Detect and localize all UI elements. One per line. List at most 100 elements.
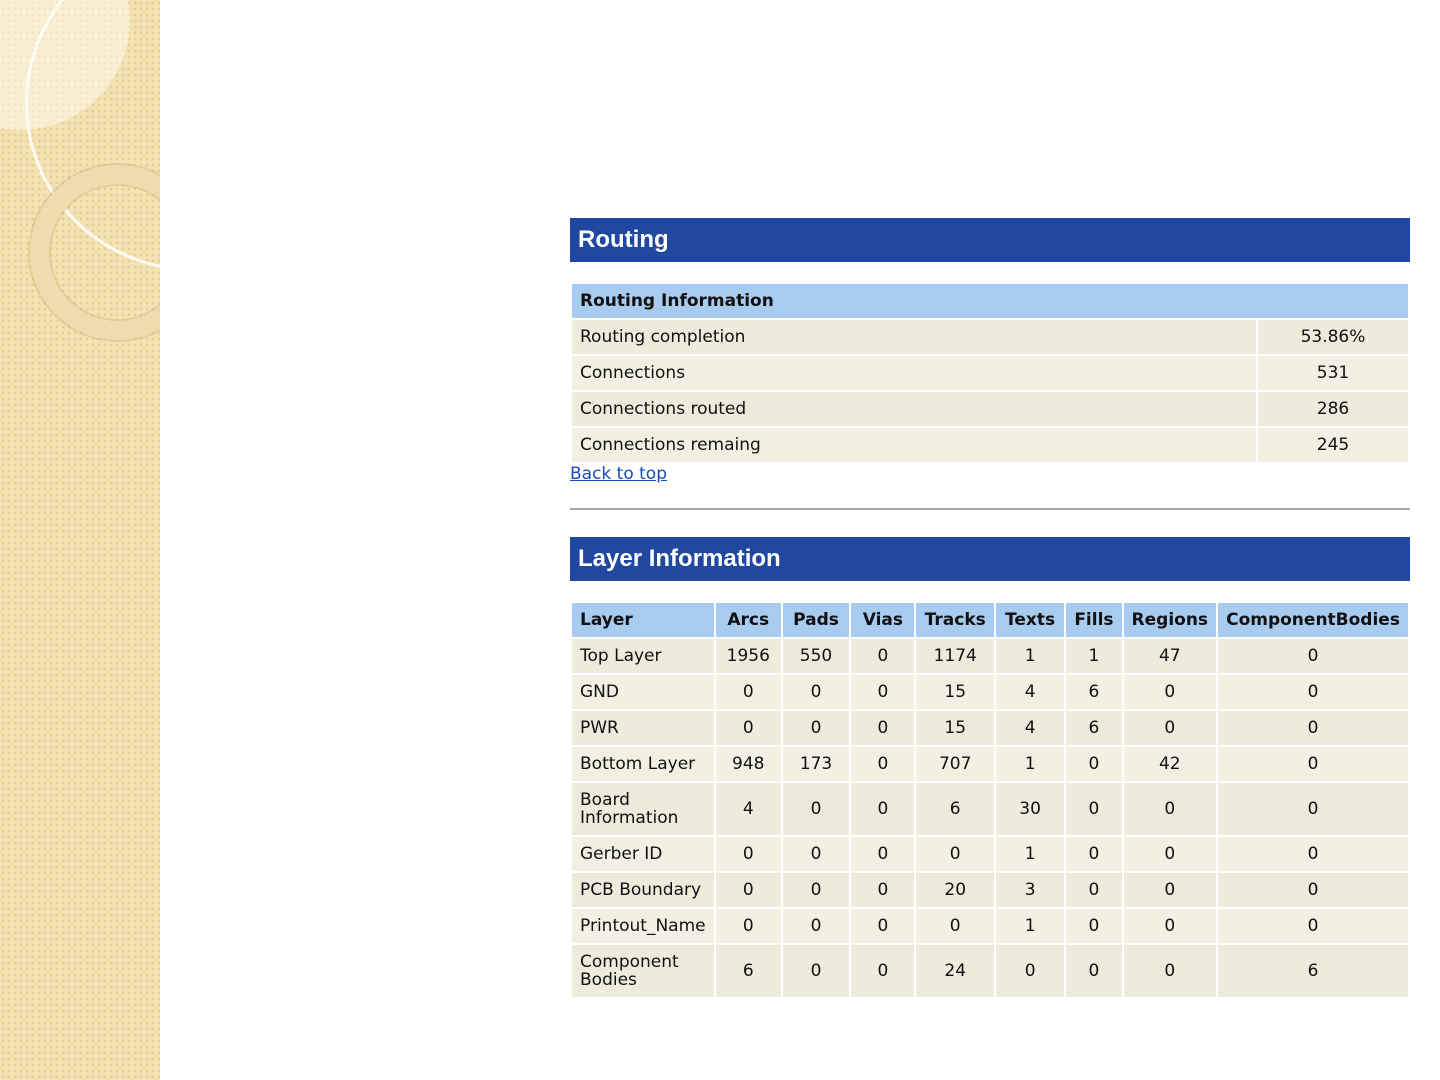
layer-name-cell: Printout_Name <box>572 909 714 943</box>
report-content: Routing Routing Information Routing comp… <box>570 218 1410 999</box>
column-header: Vias <box>851 603 915 637</box>
count-cell: 0 <box>851 873 915 907</box>
count-cell: 0 <box>715 837 781 871</box>
count-cell: 0 <box>1123 711 1217 745</box>
count-cell: 173 <box>782 747 850 781</box>
routing-info-table: Routing Information Routing completion 5… <box>570 282 1410 464</box>
routing-table-title: Routing Information <box>572 284 1408 318</box>
layer-name-cell: GND <box>572 675 714 709</box>
table-row: Component Bodies 6 0 0 24 0 0 0 6 <box>572 945 1408 997</box>
count-cell: 15 <box>916 675 994 709</box>
layer-name-cell: Component Bodies <box>572 945 714 997</box>
count-cell: 0 <box>1123 873 1217 907</box>
column-header: Layer <box>572 603 714 637</box>
layer-information-section: Layer Information Layer Arcs Pads Vias Track… <box>570 537 1410 999</box>
count-cell: 0 <box>1066 747 1122 781</box>
layer-name-cell: Gerber ID <box>572 837 714 871</box>
count-cell: 0 <box>1218 783 1408 835</box>
count-cell: 0 <box>782 945 850 997</box>
count-cell: 0 <box>715 909 781 943</box>
table-row: Connections 531 <box>572 356 1408 390</box>
count-cell: 0 <box>1218 639 1408 673</box>
count-cell: 0 <box>1218 873 1408 907</box>
count-cell: 6 <box>1066 675 1122 709</box>
layer-name-cell: PCB Boundary <box>572 873 714 907</box>
count-cell: 0 <box>1218 909 1408 943</box>
layer-information-heading: Layer Information <box>570 537 1410 581</box>
count-cell: 550 <box>782 639 850 673</box>
count-cell: 0 <box>1218 747 1408 781</box>
count-cell: 0 <box>851 675 915 709</box>
count-cell: 15 <box>916 711 994 745</box>
row-value: 286 <box>1258 392 1408 426</box>
count-cell: 6 <box>715 945 781 997</box>
count-cell: 0 <box>1066 837 1122 871</box>
layer-name-cell: Bottom Layer <box>572 747 714 781</box>
layer-table-body: Top Layer 1956 550 0 1174 1 1 47 0 GND 0 0 0 15 4 6 0 0 PW… <box>572 639 1408 997</box>
count-cell: 0 <box>715 675 781 709</box>
column-header: Regions <box>1123 603 1217 637</box>
count-cell: 948 <box>715 747 781 781</box>
count-cell: 0 <box>1218 675 1408 709</box>
row-value: 53.86% <box>1258 320 1408 354</box>
table-row: Connections routed 286 <box>572 392 1408 426</box>
table-row: Top Layer 1956 550 0 1174 1 1 47 0 <box>572 639 1408 673</box>
count-cell: 0 <box>782 909 850 943</box>
table-row: Bottom Layer 948 173 0 707 1 0 42 0 <box>572 747 1408 781</box>
routing-section: Routing Routing Information Routing comp… <box>570 218 1410 484</box>
table-row: Printout_Name 0 0 0 0 1 0 0 0 <box>572 909 1408 943</box>
table-row: GND 0 0 0 15 4 6 0 0 <box>572 675 1408 709</box>
count-cell: 20 <box>916 873 994 907</box>
count-cell: 0 <box>851 909 915 943</box>
table-row: PCB Boundary 0 0 0 20 3 0 0 0 <box>572 873 1408 907</box>
row-value: 531 <box>1258 356 1408 390</box>
count-cell: 0 <box>1123 783 1217 835</box>
column-header: Fills <box>1066 603 1122 637</box>
layer-name-cell: Board Information <box>572 783 714 835</box>
column-header: Tracks <box>916 603 994 637</box>
count-cell: 0 <box>715 711 781 745</box>
row-label: Connections remaing <box>572 428 1256 462</box>
count-cell: 0 <box>1218 711 1408 745</box>
count-cell: 0 <box>1066 873 1122 907</box>
count-cell: 1956 <box>715 639 781 673</box>
count-cell: 6 <box>916 783 994 835</box>
count-cell: 1 <box>995 639 1065 673</box>
column-header: Texts <box>995 603 1065 637</box>
count-cell: 4 <box>995 711 1065 745</box>
back-to-top-link[interactable]: Back to top <box>570 464 667 484</box>
count-cell: 0 <box>782 873 850 907</box>
count-cell: 1174 <box>916 639 994 673</box>
column-header: ComponentBodies <box>1218 603 1408 637</box>
count-cell: 1 <box>995 837 1065 871</box>
count-cell: 0 <box>1123 675 1217 709</box>
count-cell: 0 <box>782 711 850 745</box>
count-cell: 0 <box>851 711 915 745</box>
count-cell: 1 <box>995 909 1065 943</box>
count-cell: 0 <box>1123 909 1217 943</box>
count-cell: 4 <box>715 783 781 835</box>
column-header: Arcs <box>715 603 781 637</box>
count-cell: 0 <box>916 837 994 871</box>
count-cell: 0 <box>782 675 850 709</box>
routing-heading: Routing <box>570 218 1410 262</box>
layer-name-cell: PWR <box>572 711 714 745</box>
count-cell: 1 <box>1066 639 1122 673</box>
layer-info-table: Layer Arcs Pads Vias Tracks Texts Fills Regions… <box>570 601 1410 999</box>
count-cell: 1 <box>995 747 1065 781</box>
count-cell: 0 <box>1123 945 1217 997</box>
table-row: PWR 0 0 0 15 4 6 0 0 <box>572 711 1408 745</box>
table-header-row: Layer Arcs Pads Vias Tracks Texts Fills Regions… <box>572 603 1408 637</box>
count-cell: 0 <box>1066 783 1122 835</box>
count-cell: 0 <box>851 639 915 673</box>
table-row: Connections remaing 245 <box>572 428 1408 462</box>
count-cell: 0 <box>1123 837 1217 871</box>
count-cell: 4 <box>995 675 1065 709</box>
count-cell: 0 <box>995 945 1065 997</box>
row-label: Routing completion <box>572 320 1256 354</box>
count-cell: 0 <box>1066 909 1122 943</box>
table-row: Gerber ID 0 0 0 0 1 0 0 0 <box>572 837 1408 871</box>
count-cell: 0 <box>1218 837 1408 871</box>
count-cell: 707 <box>916 747 994 781</box>
count-cell: 0 <box>782 783 850 835</box>
